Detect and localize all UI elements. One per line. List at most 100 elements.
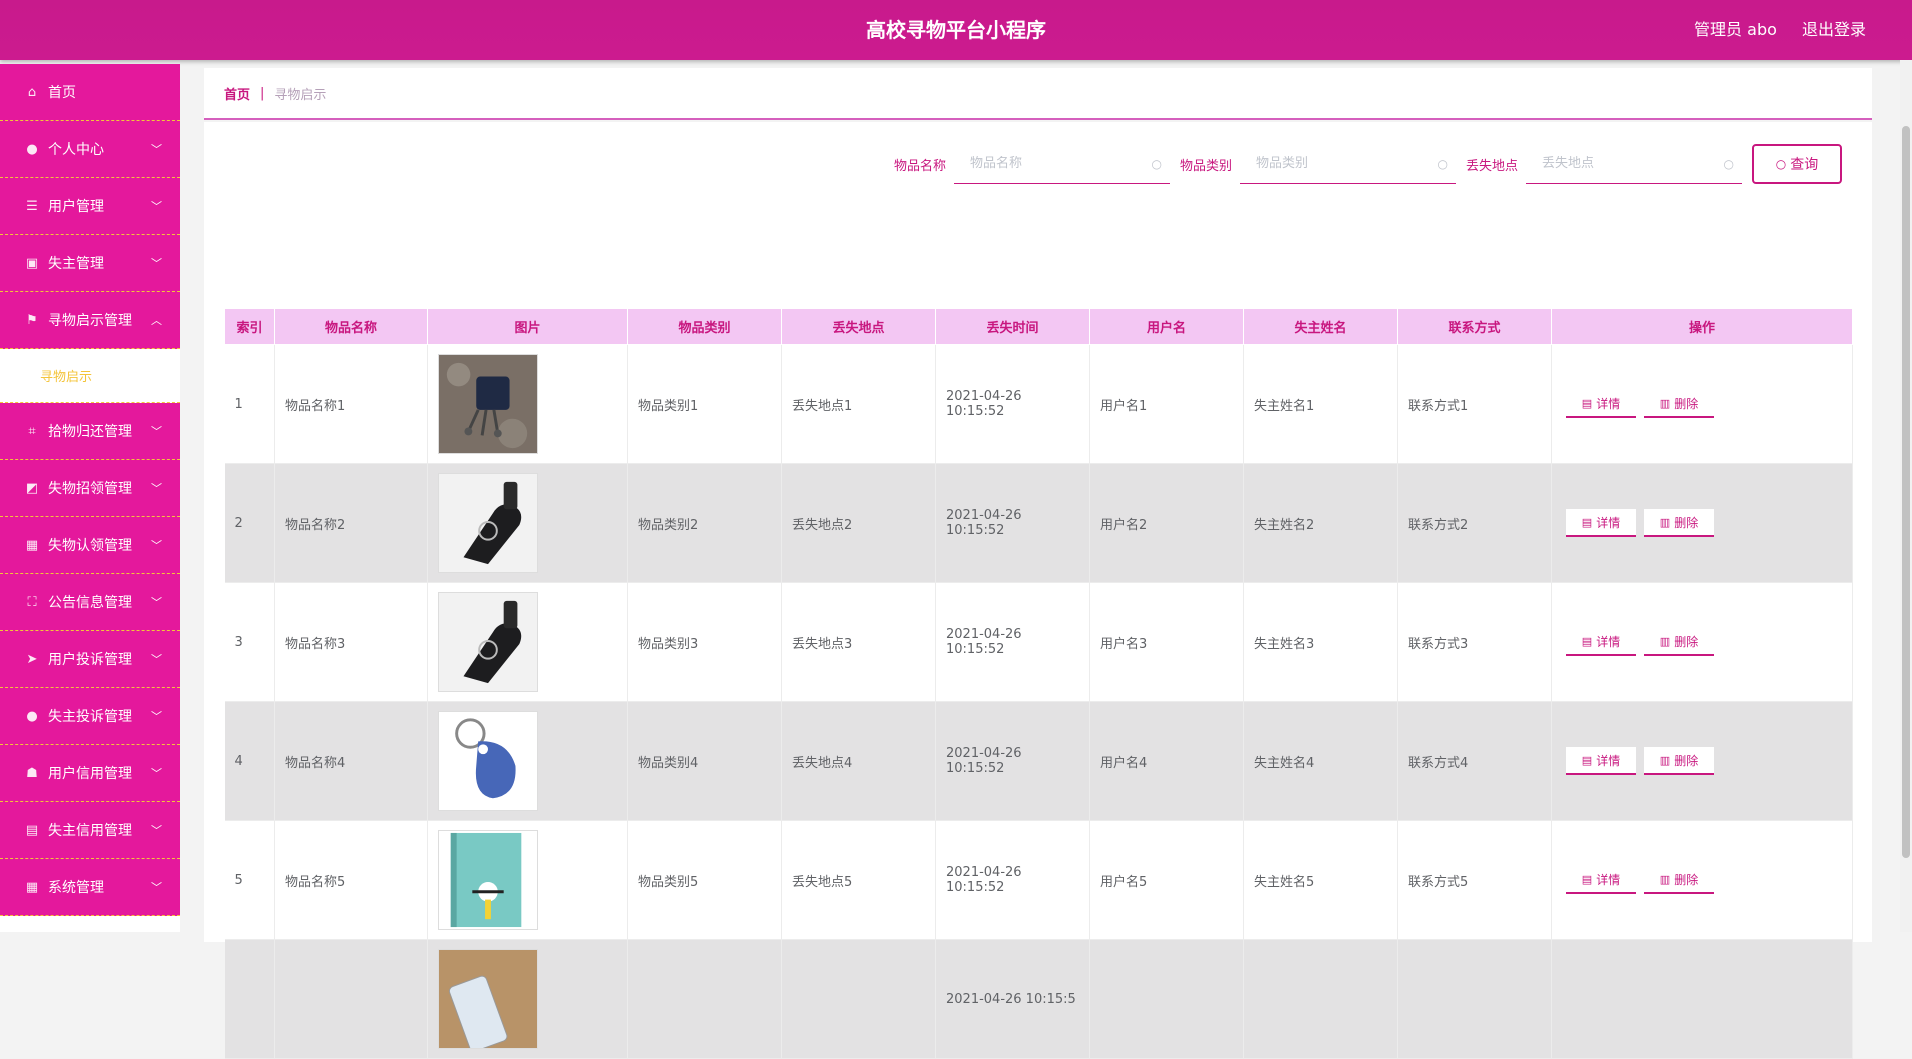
sidebar-item-system-management[interactable]: ▦ 系统管理 ﹀ xyxy=(0,859,180,916)
chevron-up-icon: ︿ xyxy=(151,314,162,327)
sidebar-item-label: 个人中心 xyxy=(48,142,104,158)
sidebar-item-user-complaint-management[interactable]: ➤ 用户投诉管理 ﹀ xyxy=(0,631,180,688)
sidebar-item-label: 用户管理 xyxy=(48,199,104,215)
cell-location: 丢失地点3 xyxy=(781,582,936,702)
name-search-input[interactable] xyxy=(969,156,1140,171)
cell-image xyxy=(427,701,628,821)
delete-button[interactable]: ▥ 删除 xyxy=(1644,747,1714,775)
category-search-input[interactable] xyxy=(1255,156,1426,171)
cell-category: 物品类别5 xyxy=(627,820,782,940)
header-right: 管理员 abo 退出登录 xyxy=(1674,0,1866,60)
breadcrumb-home[interactable]: 首页 xyxy=(224,84,250,103)
document-icon: ▤ xyxy=(1581,872,1593,886)
chevron-down-icon: ﹀ xyxy=(151,425,162,438)
trash-icon: ▥ xyxy=(1659,753,1671,767)
sidebar-item-label: 用户信用管理 xyxy=(48,766,132,782)
detail-button-label: 详情 xyxy=(1596,634,1621,649)
sidebar-item-label: 失物认领管理 xyxy=(48,538,132,554)
cell-name: 物品名称3 xyxy=(274,582,428,702)
table-header-row: 索引 物品名称 图片 物品类别 丢失地点 丢失时间 用户名 失主姓名 联系方式 … xyxy=(224,308,1853,345)
location-filter-label: 丢失地点 xyxy=(1465,158,1518,174)
cell-time: 2021-04-26 10:15:52 xyxy=(935,820,1090,940)
sidebar-item-owner-complaint-management[interactable]: ● 失主投诉管理 ﹀ xyxy=(0,688,180,745)
top-header: 高校寻物平台小程序 管理员 abo 退出登录 xyxy=(0,0,1912,60)
delete-button[interactable]: ▥ 删除 xyxy=(1644,509,1714,537)
item-image-car-key xyxy=(438,592,538,692)
detail-button[interactable]: ▤ 详情 xyxy=(1566,390,1636,418)
sidebar-item-owner-management[interactable]: ▣ 失主管理 ﹀ xyxy=(0,235,180,292)
sidebar-subitem-lost-notice[interactable]: 寻物启示 xyxy=(0,349,180,403)
sidebar-item-label: 失主信用管理 xyxy=(48,823,132,839)
detail-button[interactable]: ▤ 详情 xyxy=(1566,866,1636,894)
cell-actions: ▤ 详情 ▥ 删除 xyxy=(1551,344,1853,464)
clipboard-icon: ▤ xyxy=(25,822,39,838)
column-header: 失主姓名 xyxy=(1243,308,1398,345)
chevron-down-icon: ﹀ xyxy=(151,257,162,270)
query-button[interactable]: ○ 查询 xyxy=(1752,144,1842,184)
location-search-input[interactable] xyxy=(1542,156,1712,171)
sidebar-subitem-label: 寻物启示 xyxy=(40,370,93,385)
cell-contact: 联系方式3 xyxy=(1397,582,1552,702)
delete-button[interactable]: ▥ 删除 xyxy=(1644,866,1714,894)
list-icon: ☰ xyxy=(26,198,38,214)
search-icon: ○ xyxy=(1437,156,1448,171)
sidebar-item-user-credit-management[interactable]: ☗ 用户信用管理 ﹀ xyxy=(0,745,180,802)
sidebar-item-user-management[interactable]: ☰ 用户管理 ﹀ xyxy=(0,178,180,235)
chevron-down-icon: ﹀ xyxy=(151,824,162,837)
sidebar-item-announcement-management[interactable]: ⛶ 公告信息管理 ﹀ xyxy=(0,574,180,631)
search-icon: ○ xyxy=(1723,156,1734,171)
detail-button[interactable]: ▤ 详情 xyxy=(1566,509,1636,537)
document-icon: ▤ xyxy=(1581,634,1593,648)
cell-actions: ▤ 详情 ▥ 删除 xyxy=(1551,582,1853,702)
cell-username xyxy=(1089,939,1244,1059)
user-icon: ● xyxy=(26,141,38,157)
current-user: 管理员 abo xyxy=(1694,20,1777,39)
cell-actions xyxy=(1551,939,1853,1059)
chevron-down-icon: ﹀ xyxy=(151,539,162,552)
cell-owner: 失主姓名4 xyxy=(1243,701,1398,821)
logout-button[interactable]: 退出登录 xyxy=(1802,20,1866,39)
name-filter-label: 物品名称 xyxy=(893,158,946,174)
sidebar: ⌂ 首页 ● 个人中心 ﹀ ☰ 用户管理 ﹀ ▣ 失主管理 ﹀ ⚑ 寻物启示管理… xyxy=(0,64,180,932)
table-row: 4 物品名称4 物品类别4 丢失地点4 2021-04-26 10:15:52 … xyxy=(224,701,1853,821)
cell-name: 物品名称4 xyxy=(274,701,428,821)
sidebar-item-home[interactable]: ⌂ 首页 xyxy=(0,64,180,121)
cell-name: 物品名称5 xyxy=(274,820,428,940)
cell-location: 丢失地点2 xyxy=(781,463,936,583)
chevron-down-icon: ﹀ xyxy=(151,596,162,609)
chevron-down-icon: ﹀ xyxy=(151,710,162,723)
cell-index: 2 xyxy=(224,463,275,583)
document-icon: ▤ xyxy=(1581,753,1593,767)
sidebar-item-return-management[interactable]: ⌗ 拾物归还管理 ﹀ xyxy=(0,403,180,460)
detail-button[interactable]: ▤ 详情 xyxy=(1566,628,1636,656)
sidebar-item-claim-management[interactable]: ▦ 失物认领管理 ﹀ xyxy=(0,517,180,574)
item-image-key-fob xyxy=(438,711,538,811)
delete-button-label: 删除 xyxy=(1674,872,1699,887)
sidebar-item-found-management[interactable]: ◩ 失物招领管理 ﹀ xyxy=(0,460,180,517)
sidebar-item-owner-credit-management[interactable]: ▤ 失主信用管理 ﹀ xyxy=(0,802,180,859)
table-row: 2021-04-26 10:15:5 xyxy=(224,939,1853,1059)
detail-button[interactable]: ▤ 详情 xyxy=(1566,747,1636,775)
delete-button[interactable]: ▥ 删除 xyxy=(1644,628,1714,656)
cell-username: 用户名1 xyxy=(1089,344,1244,464)
page-scrollbar[interactable] xyxy=(1900,60,1912,932)
column-header: 物品名称 xyxy=(274,308,428,345)
cell-contact: 联系方式2 xyxy=(1397,463,1552,583)
delete-button-label: 删除 xyxy=(1674,515,1699,530)
cell-time: 2021-04-26 10:15:52 xyxy=(935,344,1090,464)
chevron-down-icon: ﹀ xyxy=(151,767,162,780)
cell-name: 物品名称1 xyxy=(274,344,428,464)
cell-index: 4 xyxy=(224,701,275,821)
sidebar-item-personal-center[interactable]: ● 个人中心 ﹀ xyxy=(0,121,180,178)
cell-image xyxy=(427,344,628,464)
delete-button[interactable]: ▥ 删除 xyxy=(1644,390,1714,418)
scrollbar-thumb[interactable] xyxy=(1902,126,1910,858)
search-icon: ○ xyxy=(1775,157,1787,171)
chevron-down-icon: ﹀ xyxy=(151,200,162,213)
cell-username: 用户名3 xyxy=(1089,582,1244,702)
cell-location xyxy=(781,939,936,1059)
content-panel: 物品名称 ○ 物品类别 ○ 丢失地点 ○ ○ 查询 xyxy=(204,122,1872,1059)
location-icon: ● xyxy=(26,708,38,724)
sidebar-item-lost-notice-management[interactable]: ⚑ 寻物启示管理 ︿ xyxy=(0,292,180,349)
breadcrumb: 首页 | 寻物启示 xyxy=(204,68,1872,120)
